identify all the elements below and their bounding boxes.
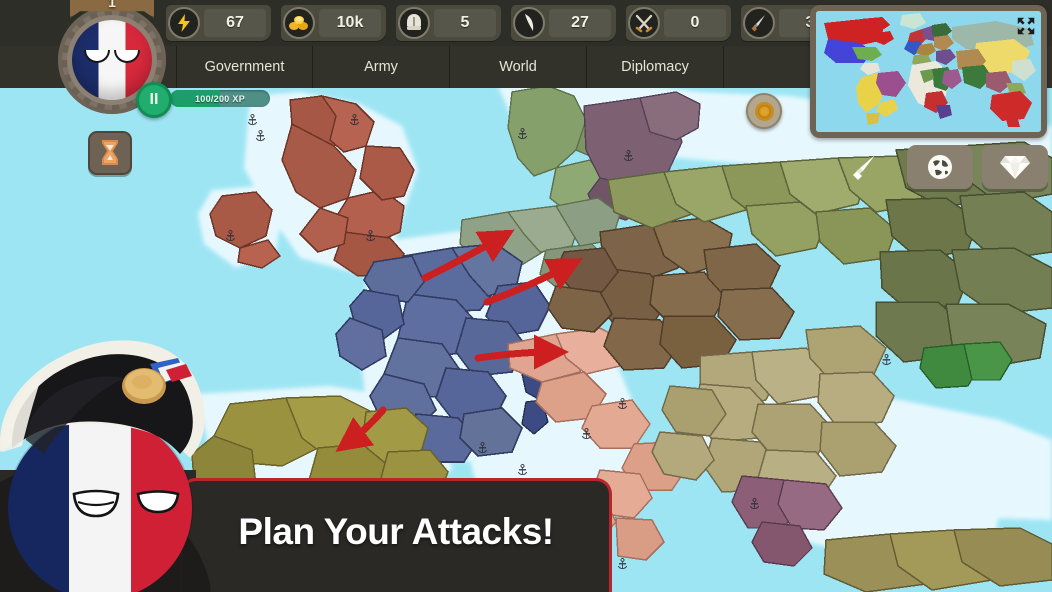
tab-army[interactable]: Army bbox=[313, 46, 450, 88]
compass-icon bbox=[757, 104, 771, 118]
resource-energy-value: 67 bbox=[204, 9, 266, 37]
main-nav-tabs: Government Army World Diplomacy bbox=[176, 46, 724, 88]
resource-provinces[interactable]: 27 bbox=[511, 5, 616, 41]
tab-diplomacy[interactable]: Diplomacy bbox=[587, 46, 724, 88]
compass-button[interactable] bbox=[746, 93, 782, 129]
rank-badge: II bbox=[136, 82, 172, 118]
tab-government[interactable]: Government bbox=[176, 46, 313, 88]
player-avatar-panel[interactable]: 1 II bbox=[58, 0, 178, 118]
globe-icon bbox=[928, 155, 952, 179]
resource-gold-value: 10k bbox=[319, 9, 381, 37]
hourglass-icon bbox=[102, 140, 118, 165]
sword-button[interactable] bbox=[832, 145, 898, 189]
gold-coins-icon bbox=[283, 7, 315, 39]
minimap-svg bbox=[816, 11, 1041, 132]
resource-gold[interactable]: 10k bbox=[281, 5, 386, 41]
napoleon-svg bbox=[0, 340, 211, 592]
resource-manpower-value: 5 bbox=[434, 9, 496, 37]
banner-flag-icon bbox=[513, 7, 545, 39]
diamond-button[interactable] bbox=[982, 145, 1048, 189]
resource-wars[interactable]: 0 bbox=[626, 5, 731, 41]
sword-icon bbox=[743, 7, 775, 39]
minimap[interactable] bbox=[816, 11, 1041, 132]
xp-progress-label: 100/200 XP bbox=[194, 93, 246, 104]
helmet-icon bbox=[398, 7, 430, 39]
hourglass-button[interactable] bbox=[88, 131, 132, 175]
globe-button[interactable] bbox=[907, 145, 973, 189]
expand-arrows-icon[interactable] bbox=[1015, 15, 1037, 37]
xp-progress-bar: 100/200 XP bbox=[170, 90, 270, 107]
resource-list: 67 10k 5 27 0 bbox=[166, 5, 846, 41]
diamond-icon bbox=[1000, 156, 1030, 179]
resource-provinces-value: 27 bbox=[549, 9, 611, 37]
napoleon-countryball bbox=[0, 312, 272, 592]
game-screen: 67 10k 5 27 0 Government Army World Dipl… bbox=[0, 0, 1052, 592]
crossed-swords-icon bbox=[628, 7, 660, 39]
avatar-eye-right bbox=[114, 50, 140, 63]
minimap-panel[interactable] bbox=[810, 5, 1047, 138]
province-group-north-africa bbox=[823, 527, 1052, 592]
resource-energy[interactable]: 67 bbox=[166, 5, 271, 41]
right-action-buttons bbox=[832, 145, 1048, 189]
tutorial-banner-text: Plan Your Attacks! bbox=[238, 510, 554, 552]
sword-icon bbox=[853, 155, 875, 180]
tab-world[interactable]: World bbox=[450, 46, 587, 88]
resource-wars-value: 0 bbox=[664, 9, 726, 37]
avatar-eye-left bbox=[84, 50, 110, 63]
resource-manpower[interactable]: 5 bbox=[396, 5, 501, 41]
